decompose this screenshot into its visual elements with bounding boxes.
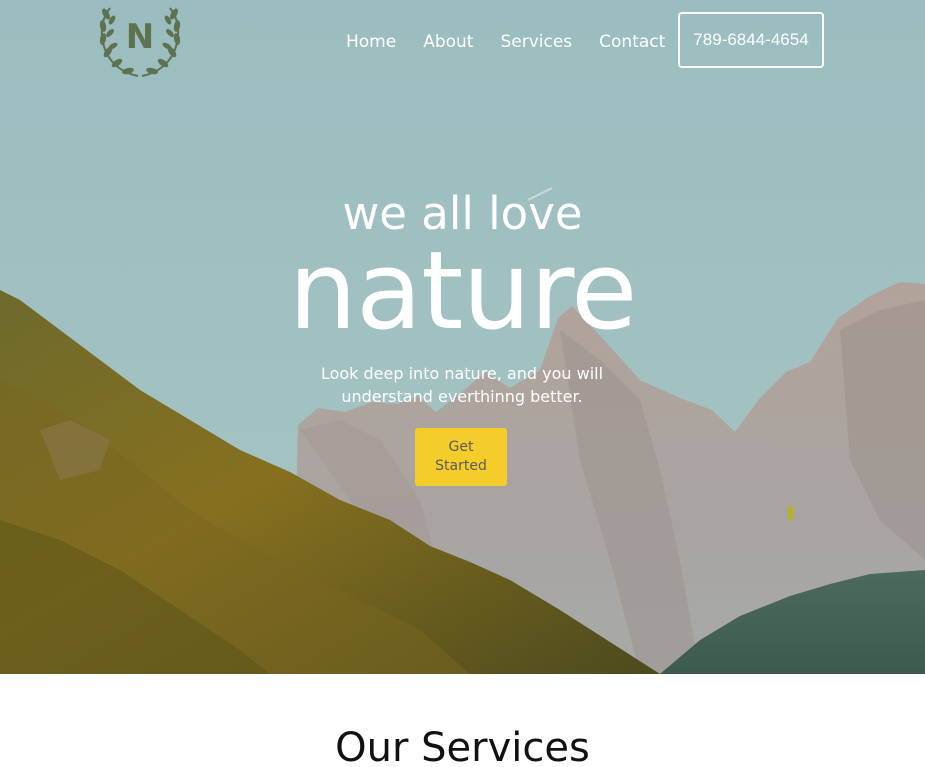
services-section-title: Our Services bbox=[335, 725, 590, 767]
hero-section: N Home About Services Contact 789-6844-4… bbox=[0, 0, 925, 674]
logo[interactable]: N bbox=[98, 6, 182, 78]
page: N Home About Services Contact 789-6844-4… bbox=[0, 0, 925, 767]
nav-services[interactable]: Services bbox=[500, 30, 572, 54]
hero-description: Look deep into nature, and you will unde… bbox=[320, 364, 604, 406]
hero-title: nature bbox=[288, 229, 638, 354]
nav-about[interactable]: About bbox=[423, 30, 473, 54]
get-started-button[interactable]: Get Started bbox=[415, 428, 507, 486]
logo-letter: N bbox=[125, 17, 155, 57]
phone-button[interactable]: 789-6844-4654 bbox=[678, 12, 824, 68]
nav-contact[interactable]: Contact bbox=[599, 30, 665, 54]
main-nav: Home About Services Contact bbox=[346, 30, 665, 54]
nav-home[interactable]: Home bbox=[346, 30, 396, 54]
